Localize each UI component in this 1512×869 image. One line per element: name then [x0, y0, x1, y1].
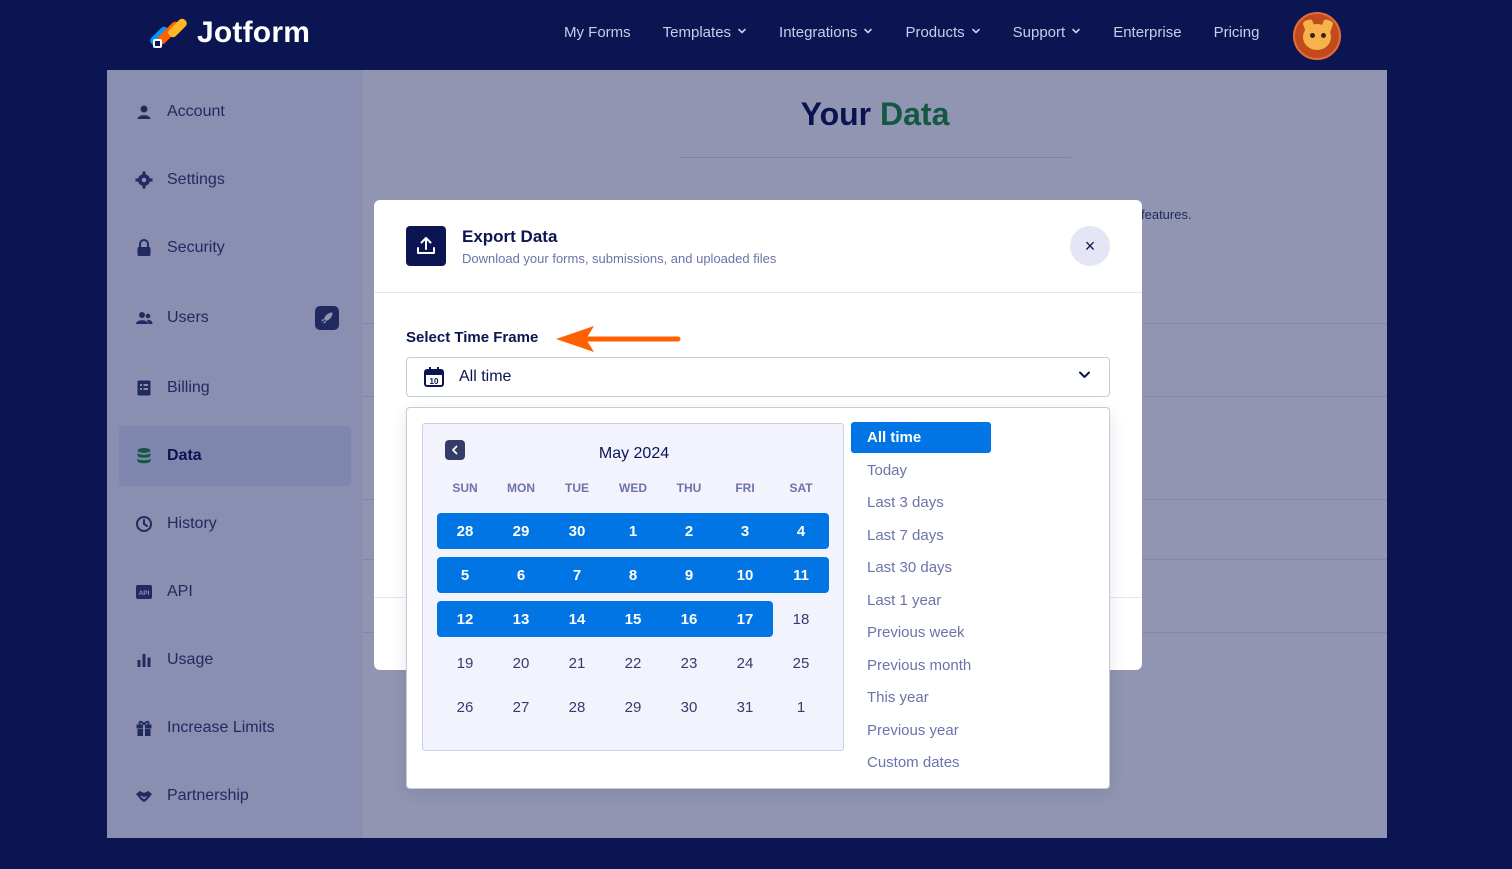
- nav-item-label: Pricing: [1213, 24, 1260, 41]
- calendar-day[interactable]: 18: [773, 601, 829, 637]
- time-frame-dropdown: May 2024 SUN MON TUE WED THU FRI SAT 28 29 30 1 2 3 4…: [406, 407, 1110, 789]
- calendar-day[interactable]: 19: [437, 645, 493, 681]
- preset-last-30-days[interactable]: Last 30 days: [851, 552, 991, 583]
- user-avatar[interactable]: [1293, 12, 1341, 60]
- nav-item-integrations[interactable]: Integrations: [779, 24, 873, 41]
- nav-item-products[interactable]: Products: [905, 24, 980, 41]
- calendar-day[interactable]: 1: [773, 689, 829, 725]
- calendar-day[interactable]: 5: [437, 557, 493, 593]
- chevron-down-icon: [863, 26, 873, 39]
- calendar-day[interactable]: 12: [437, 601, 493, 637]
- calendar-day[interactable]: 27: [493, 689, 549, 725]
- preset-previous-month[interactable]: Previous month: [851, 650, 991, 681]
- jotform-logo[interactable]: Jotform: [148, 16, 311, 50]
- calendar-day[interactable]: 15: [605, 601, 661, 637]
- calendar-icon-day: 10: [430, 377, 439, 386]
- nav-item-label: Support: [1012, 24, 1066, 41]
- preset-previous-week[interactable]: Previous week: [851, 617, 991, 648]
- time-frame-value: All time: [459, 368, 512, 385]
- weekday-header: MON: [507, 481, 535, 495]
- nav-item-label: My Forms: [564, 24, 631, 41]
- calendar-day[interactable]: 3: [717, 513, 773, 549]
- calendar-day[interactable]: 28: [549, 689, 605, 725]
- annotation-arrow-icon: [556, 326, 681, 352]
- calendar-day[interactable]: 24: [717, 645, 773, 681]
- calendar-day[interactable]: 28: [437, 513, 493, 549]
- calendar-day[interactable]: 6: [493, 557, 549, 593]
- preset-this-year[interactable]: This year: [851, 682, 991, 713]
- date-calendar: May 2024 SUN MON TUE WED THU FRI SAT 28 29 30 1 2 3 4…: [422, 423, 844, 751]
- preset-previous-year[interactable]: Previous year: [851, 715, 991, 746]
- calendar-day[interactable]: 21: [549, 645, 605, 681]
- calendar-day[interactable]: 29: [605, 689, 661, 725]
- calendar-day[interactable]: 25: [773, 645, 829, 681]
- calendar-day[interactable]: 7: [549, 557, 605, 593]
- weekday-header: THU: [676, 481, 702, 495]
- modal-header: Export Data Download your forms, submiss…: [374, 200, 1142, 293]
- chevron-down-icon: [737, 26, 747, 39]
- nav-item-label: Enterprise: [1113, 24, 1182, 41]
- nav-item-label: Products: [905, 24, 965, 41]
- weekday-header: WED: [619, 481, 647, 495]
- preset-custom-dates[interactable]: Custom dates: [851, 747, 991, 778]
- nav-item-templates[interactable]: Templates: [663, 24, 747, 41]
- preset-last-1-year[interactable]: Last 1 year: [851, 585, 991, 616]
- calendar-day[interactable]: 20: [493, 645, 549, 681]
- modal-subtitle: Download your forms, submissions, and up…: [462, 251, 777, 266]
- calendar-day[interactable]: 31: [717, 689, 773, 725]
- calendar-day[interactable]: 17: [717, 601, 773, 637]
- brand-name: Jotform: [197, 16, 311, 49]
- calendar-day[interactable]: 30: [661, 689, 717, 725]
- weekday-header: SUN: [452, 481, 478, 495]
- nav-item-label: Integrations: [779, 24, 858, 41]
- preset-last-7-days[interactable]: Last 7 days: [851, 520, 991, 551]
- calendar-day[interactable]: 29: [493, 513, 549, 549]
- calendar-day[interactable]: 26: [437, 689, 493, 725]
- calendar-day[interactable]: 1: [605, 513, 661, 549]
- nav-menu: My Forms Templates Integrations Products Sup…: [564, 24, 1291, 41]
- preset-all-time[interactable]: All time: [851, 422, 991, 453]
- calendar-day[interactable]: 8: [605, 557, 661, 593]
- nav-item-enterprise[interactable]: Enterprise: [1113, 24, 1181, 41]
- time-frame-select[interactable]: 10 All time: [406, 357, 1110, 397]
- time-frame-label: Select Time Frame: [406, 329, 539, 346]
- upload-icon: [406, 226, 446, 266]
- close-icon: ×: [1084, 235, 1096, 256]
- calendar-day[interactable]: 2: [661, 513, 717, 549]
- calendar-day[interactable]: 14: [549, 601, 605, 637]
- nav-item-label: Templates: [662, 24, 732, 41]
- weekday-header: FRI: [735, 481, 755, 495]
- preset-last-3-days[interactable]: Last 3 days: [851, 487, 991, 518]
- weekday-header: TUE: [565, 481, 589, 495]
- chevron-down-icon: [1071, 26, 1081, 39]
- calendar-day[interactable]: 23: [661, 645, 717, 681]
- chevron-down-icon: [971, 26, 981, 39]
- calendar-day[interactable]: 22: [605, 645, 661, 681]
- top-navigation: Jotform My Forms Templates Integrations Pro…: [0, 0, 1512, 70]
- calendar-day[interactable]: 16: [661, 601, 717, 637]
- calendar-day[interactable]: 11: [773, 557, 829, 593]
- calendar-day[interactable]: 30: [549, 513, 605, 549]
- nav-item-my-forms[interactable]: My Forms: [564, 24, 631, 41]
- calendar-day[interactable]: 4: [773, 513, 829, 549]
- calendar-day[interactable]: 13: [493, 601, 549, 637]
- calendar-day[interactable]: 9: [661, 557, 717, 593]
- modal-title: Export Data: [462, 227, 558, 246]
- weekday-header: SAT: [789, 481, 813, 495]
- nav-item-support[interactable]: Support: [1013, 24, 1082, 41]
- calendar-icon: 10: [423, 366, 445, 388]
- close-button[interactable]: ×: [1070, 226, 1110, 266]
- preset-today[interactable]: Today: [851, 455, 991, 486]
- nav-item-pricing[interactable]: Pricing: [1214, 24, 1260, 41]
- chevron-down-icon: [1078, 368, 1091, 384]
- month-label: May 2024: [598, 445, 670, 462]
- calendar-day[interactable]: 10: [717, 557, 773, 593]
- jotform-logo-icon: [148, 17, 189, 49]
